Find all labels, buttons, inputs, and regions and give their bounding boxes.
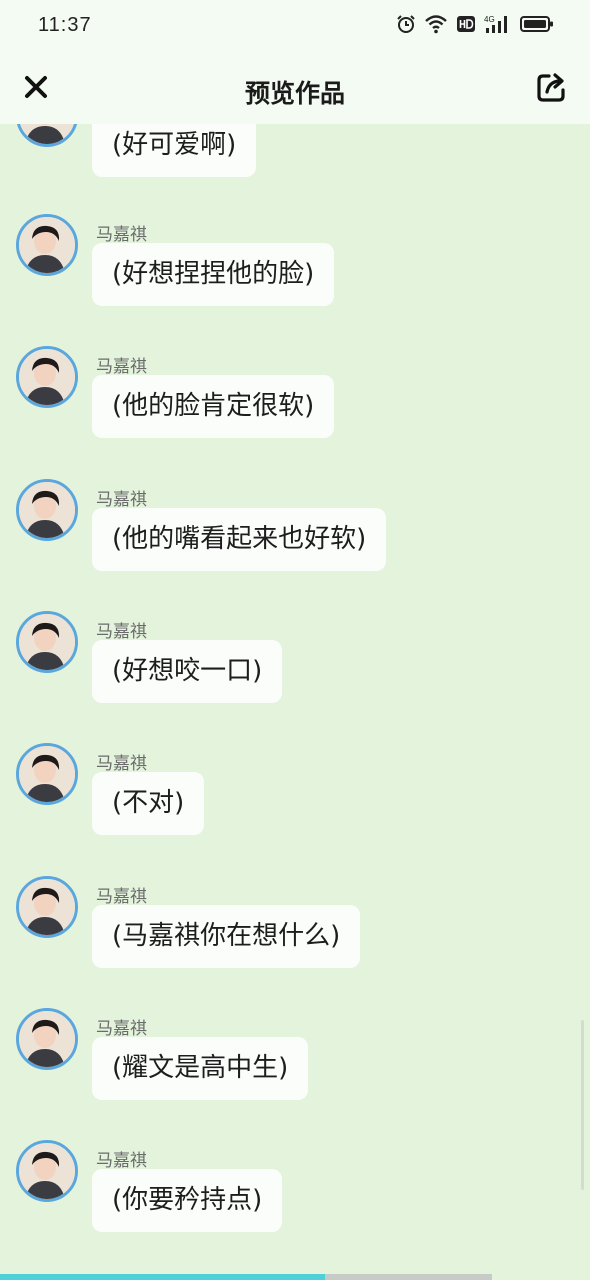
sender-name: 马嘉祺 <box>96 887 147 907</box>
message-item: 马嘉祺 (好想捏捏他的脸) <box>0 214 590 346</box>
avatar[interactable] <box>16 124 78 147</box>
avatar[interactable] <box>16 346 78 408</box>
message-bubble[interactable]: (他的脸肯定很软) <box>92 375 335 438</box>
message-bubble[interactable]: (不对) <box>92 772 205 835</box>
message-item: 马嘉祺 (好想咬一口) <box>0 611 590 743</box>
message-bubble[interactable]: (好想咬一口) <box>92 640 283 703</box>
message-item: 马嘉祺 (你要矜持点) <box>0 1140 590 1272</box>
message-item: 马嘉祺 (不对) <box>0 743 590 875</box>
chat-list[interactable]: (好可爱啊) 马嘉祺 (好想捏捏他的脸) 马嘉祺 (他的脸肯定很软) 马嘉祺 (… <box>0 124 590 1280</box>
avatar[interactable] <box>16 1140 78 1202</box>
avatar[interactable] <box>16 479 78 541</box>
signal-4g-icon: 4G <box>484 14 512 34</box>
battery-icon <box>520 14 554 34</box>
sender-name: 马嘉祺 <box>96 357 147 377</box>
message-bubble[interactable]: (马嘉祺你在想什么) <box>92 905 361 968</box>
sender-name: 马嘉祺 <box>96 754 147 774</box>
hd-icon <box>456 14 476 34</box>
message-bubble[interactable]: (他的嘴看起来也好软) <box>92 508 387 571</box>
sender-name: 马嘉祺 <box>96 225 147 245</box>
message-item: 马嘉祺 (耀文是高中生) <box>0 1008 590 1140</box>
message-item: (好可爱啊) <box>0 124 590 217</box>
message-bubble[interactable]: (耀文是高中生) <box>92 1037 309 1100</box>
top-bar: 预览作品 <box>0 54 590 124</box>
alarm-icon <box>396 14 416 34</box>
scrollbar[interactable] <box>581 1020 584 1190</box>
avatar[interactable] <box>16 214 78 276</box>
share-icon <box>535 70 569 108</box>
sender-name: 马嘉祺 <box>96 490 147 510</box>
reading-progress-fill <box>0 1274 325 1280</box>
avatar[interactable] <box>16 1008 78 1070</box>
status-bar: 11:37 4G <box>0 0 590 54</box>
message-bubble[interactable]: (好想捏捏他的脸) <box>92 243 335 306</box>
avatar[interactable] <box>16 743 78 805</box>
status-icons: 4G <box>396 14 554 34</box>
sender-name: 马嘉祺 <box>96 1151 147 1171</box>
page-title: 预览作品 <box>244 79 345 108</box>
svg-text:4G: 4G <box>484 15 495 24</box>
wifi-icon <box>424 14 448 34</box>
sender-name: 马嘉祺 <box>96 622 147 642</box>
status-time: 11:37 <box>38 14 92 36</box>
avatar[interactable] <box>16 611 78 673</box>
sender-name: 马嘉祺 <box>96 1019 147 1039</box>
message-bubble[interactable]: (好可爱啊) <box>92 124 257 177</box>
message-item: 马嘉祺 (他的脸肯定很软) <box>0 346 590 478</box>
reading-progress-bar <box>0 1274 492 1280</box>
message-item: 马嘉祺 (马嘉祺你在想什么) <box>0 876 590 1008</box>
avatar[interactable] <box>16 876 78 938</box>
message-item: 马嘉祺 (他的嘴看起来也好软) <box>0 479 590 611</box>
share-button[interactable] <box>532 69 572 109</box>
message-bubble[interactable]: (你要矜持点) <box>92 1169 283 1232</box>
